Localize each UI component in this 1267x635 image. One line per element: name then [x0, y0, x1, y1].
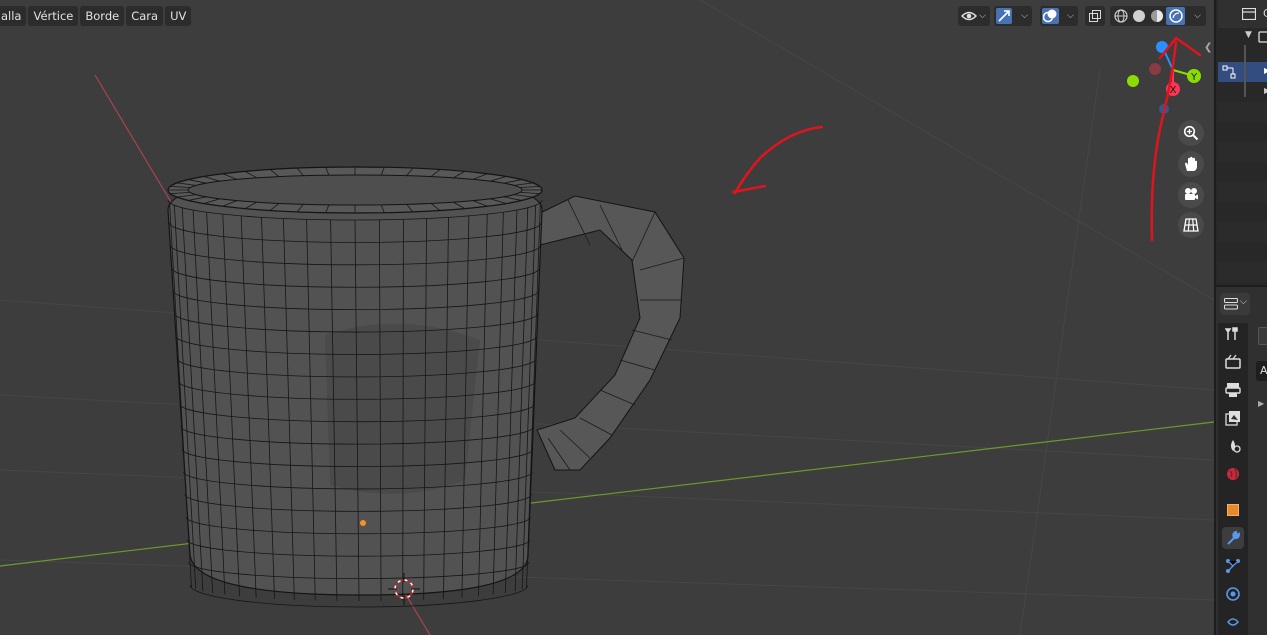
menu-vertex[interactable]: Vértice — [28, 6, 79, 26]
mug-handle — [535, 195, 685, 471]
properties-tab-tool[interactable] — [1222, 323, 1244, 345]
annotation-arrow-left — [733, 125, 824, 195]
particles-icon — [1226, 559, 1240, 573]
physics-icon — [1226, 587, 1240, 601]
menu-uv[interactable]: UV — [165, 6, 192, 26]
scene-icon — [1231, 440, 1241, 453]
xray-toggle[interactable] — [1085, 6, 1105, 26]
properties-tab-output[interactable] — [1222, 379, 1244, 401]
properties-tab-particles[interactable] — [1222, 555, 1244, 577]
render-icon — [1225, 354, 1241, 369]
chevron-down-icon: ⌵ — [979, 11, 986, 21]
outliner-editor-type-icon[interactable] — [1242, 8, 1256, 20]
expand-arrow-icon[interactable]: ▼ — [1245, 30, 1252, 40]
outliner-empty-rows — [1218, 102, 1267, 285]
menu-face[interactable]: Cara — [126, 6, 164, 26]
modifier-icon — [1227, 530, 1241, 545]
outliner-header: C — [1218, 0, 1267, 28]
outliner-row-object[interactable]: ▶ — [1218, 82, 1267, 102]
properties-tab-modifier[interactable] — [1222, 527, 1244, 549]
properties-tab-object[interactable] — [1222, 499, 1244, 521]
properties-tab-world[interactable] — [1222, 463, 1244, 485]
view-layer-icon — [1225, 411, 1240, 426]
properties-editor-type-dropdown[interactable]: ⌵ — [1220, 293, 1250, 315]
y-axis-line — [0, 421, 1214, 567]
annotation-arrows — [731, 36, 1202, 242]
outliner-editor: C ▼ ▶ ▶ — [1214, 0, 1267, 285]
outliner-tree-line — [1244, 45, 1246, 97]
menu-edge[interactable]: Borde — [80, 6, 125, 26]
edit-mode-menu-bar: alla Vértice Borde Cara UV — [0, 6, 192, 26]
viewport-scene: Y X — [0, 0, 1214, 635]
tool-icon — [1225, 327, 1238, 340]
expand-arrow-icon[interactable]: ▶ — [1258, 399, 1264, 408]
mug-interior-shadow — [325, 323, 480, 494]
outliner-header-label: C — [1263, 7, 1267, 20]
properties-tab-render[interactable] — [1222, 351, 1244, 373]
shading-solid-icon[interactable] — [1131, 8, 1147, 24]
chevron-down-icon: ⌵ — [1067, 11, 1074, 21]
overlays-dropdown[interactable]: ⌵ — [1040, 6, 1078, 26]
shading-rendered-icon[interactable] — [1168, 8, 1184, 24]
shading-material-icon[interactable] — [1149, 8, 1165, 24]
visibility-dropdown[interactable]: ⌵ — [958, 6, 990, 26]
shading-wireframe-icon[interactable] — [1113, 8, 1129, 24]
hand-pan-icon — [1185, 156, 1197, 171]
xray-icon — [1089, 10, 1101, 22]
outliner-row-object-selected[interactable]: ▶ — [1218, 62, 1267, 82]
properties-tab-view-layer[interactable] — [1222, 407, 1244, 429]
grid-ortho-icon — [1183, 218, 1199, 232]
mesh-data-icon — [1222, 65, 1236, 79]
chevron-down-icon[interactable]: ⌵ — [1194, 11, 1201, 21]
zoom-button[interactable] — [1178, 120, 1204, 146]
3d-viewport[interactable]: Y X alla Vértice Borde Cara UV ⌵ ⌵ ⌵ ⌵ ❮ — [0, 0, 1214, 635]
gizmo-y-label: Y — [1190, 72, 1198, 83]
shading-mode-group: ⌵ — [1110, 6, 1206, 26]
object-icon — [1227, 504, 1239, 516]
snap-dropdown[interactable]: ⌵ — [994, 6, 1032, 26]
snap-icon — [998, 10, 1010, 22]
camera-icon — [1185, 188, 1198, 200]
ortho-toggle-button[interactable] — [1178, 212, 1204, 238]
gizmo-neg-x-axis[interactable] — [1149, 63, 1161, 75]
properties-tab-physics[interactable] — [1222, 583, 1244, 605]
chevron-down-icon: ⌵ — [1240, 297, 1247, 307]
overlays-icon — [1043, 9, 1057, 23]
pan-button[interactable] — [1178, 151, 1204, 177]
world-icon — [1227, 468, 1239, 480]
properties-tabs — [1218, 323, 1248, 635]
camera-view-button[interactable] — [1178, 182, 1204, 208]
properties-tab-constraints[interactable] — [1222, 611, 1244, 633]
visibility-icon — [961, 11, 977, 21]
properties-search-field[interactable] — [1258, 327, 1267, 345]
sidebar-toggle-icon[interactable]: ❮ — [1204, 42, 1212, 53]
outliner-row-scene-collection[interactable]: ▼ — [1218, 28, 1267, 48]
menu-mesh[interactable]: alla — [0, 6, 27, 26]
mug-rim-inner — [187, 174, 523, 206]
properties-tab-scene[interactable] — [1222, 435, 1244, 457]
collection-icon — [1258, 31, 1267, 43]
constraints-icon — [1227, 618, 1239, 626]
mug-mesh[interactable] — [167, 166, 685, 608]
blender-window: Y X alla Vértice Borde Cara UV ⌵ ⌵ ⌵ ⌵ ❮… — [0, 0, 1267, 635]
object-origin — [360, 520, 366, 526]
output-icon — [1225, 383, 1241, 397]
chevron-down-icon: ⌵ — [1021, 11, 1028, 21]
properties-editor: ⌵ A ▶ — [1214, 285, 1267, 635]
zoom-icon — [1183, 125, 1199, 141]
properties-name-field[interactable]: A — [1256, 361, 1267, 381]
gizmo-neg-y-axis[interactable] — [1127, 75, 1139, 87]
properties-editor-icon — [1224, 298, 1238, 310]
